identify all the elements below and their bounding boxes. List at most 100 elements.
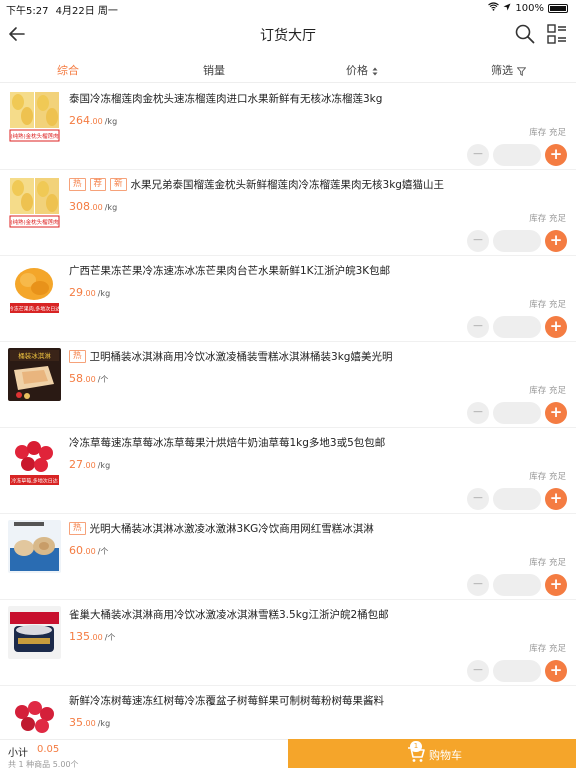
product-item[interactable]: 雀巢大桶装冰淇淋商用冷饮冰激凌冰淇淋雪糕3.5kg江浙沪皖2桶包邮 135.00… [0,600,576,686]
product-price: 27.00/kg [69,458,110,471]
price-integer: 35 [69,716,83,729]
cart-summary: 共 1 种商品 5.00个 [8,760,79,768]
increase-button[interactable]: + [545,316,567,338]
quantity-input[interactable] [493,144,541,166]
tab-price-label: 价格 [346,64,368,77]
increase-button[interactable]: + [545,574,567,596]
price-integer: 308 [69,200,90,213]
price-decimal: .00 [90,117,103,126]
tag-hot: 热 [69,178,86,191]
thumb-caption: 冷冻芒果肉,多地次日达 [9,306,61,313]
product-name: 光明大桶装冰淇淋冰激凌冰激淋3KG冷饮商用网红雪糕冰淇淋 [89,523,374,535]
tab-price[interactable]: 价格 [346,62,378,78]
product-item[interactable]: 冷冻芒果肉,多地次日达 广西芒果冻芒果冷冻速冻冰冻芒果肉台芒水果新鲜1K江浙沪皖… [0,256,576,342]
quantity-input[interactable] [493,316,541,338]
product-thumbnail[interactable] [8,692,61,739]
tag-new: 新 [110,178,127,191]
product-name: 冷冻草莓速冻草莓冰冻草莓果汁烘焙牛奶油草莓1kg多地3或5包包邮 [69,437,386,449]
thumb-caption: (纯熟)金枕头榴莲肉 [10,132,58,140]
product-thumbnail[interactable]: (纯熟)金枕头榴莲肉 [8,176,61,229]
product-name-row: 热 卫明桶装冰淇淋商用冷饮冰激凌桶装雪糕冰淇淋桶装3kg嬉美光明 [69,349,566,364]
product-thumbnail[interactable] [8,520,61,573]
layout-toggle-icon[interactable] [546,23,568,45]
funnel-icon [516,66,526,76]
thumb-caption: 冷冻草莓,多地次日达 [11,478,58,485]
decrease-button[interactable]: − [467,316,489,338]
product-name-row: 热 荐 新 水果兄弟泰国榴莲金枕头新鲜榴莲肉冷冻榴莲果肉无核3kg嬉猫山王 [69,177,566,192]
decrease-button[interactable]: − [467,660,489,682]
search-icon[interactable] [514,23,536,45]
product-name: 新鲜冷冻树莓速冻红树莓冷冻覆盆子树莓鲜果可制树莓粉树莓果酱料 [69,695,384,707]
increase-button[interactable]: + [545,144,567,166]
product-thumbnail[interactable]: 冷冻芒果肉,多地次日达 [8,262,61,315]
increase-button[interactable]: + [545,230,567,252]
product-item[interactable]: 新鲜冷冻树莓速冻红树莓冷冻覆盆子树莓鲜果可制树莓粉树莓果酱料 35.00/kg [0,686,576,739]
price-integer: 29 [69,286,83,299]
decrease-button[interactable]: − [467,402,489,424]
product-price: 35.00/kg [69,716,110,729]
quantity-input[interactable] [493,230,541,252]
product-price: 135.00/个 [69,630,115,643]
sort-tabs: 综合 销量 价格 筛选 [0,56,576,83]
price-decimal: .00 [83,289,96,298]
product-item[interactable]: 热 光明大桶装冰淇淋冰激凌冰激淋3KG冷饮商用网红雪糕冰淇淋 60.00/个 库… [0,514,576,600]
product-item[interactable]: 桶装冰淇淋 热 卫明桶装冰淇淋商用冷饮冰激凌桶装雪糕冰淇淋桶装3kg嬉美光明 5… [0,342,576,428]
product-item[interactable]: (纯熟)金枕头榴莲肉 热 荐 新 水果兄弟泰国榴莲金枕头新鲜榴莲肉冷冻榴莲果肉无… [0,170,576,256]
tab-comprehensive[interactable]: 综合 [57,62,79,78]
tab-sales[interactable]: 销量 [203,62,225,78]
page-title: 订货大厅 [260,28,316,44]
price-unit: /个 [104,633,116,642]
thumb-caption: 桶装冰淇淋 [18,351,51,360]
decrease-button[interactable]: − [467,230,489,252]
quantity-input[interactable] [493,574,541,596]
product-thumbnail[interactable]: 桶装冰淇淋 [8,348,61,401]
price-decimal: .00 [83,375,96,384]
price-integer: 264 [69,114,90,127]
product-name-row: 冷冻草莓速冻草莓冰冻草莓果汁烘焙牛奶油草莓1kg多地3或5包包邮 [69,435,566,450]
cart-button[interactable]: 1 购物车 [288,739,576,768]
price-unit: /个 [97,375,109,384]
product-name-row: 热 光明大桶装冰淇淋冰激凌冰激淋3KG冷饮商用网红雪糕冰淇淋 [69,521,566,536]
nav-bar: 订货大厅 [0,16,576,54]
price-unit: /kg [97,461,111,470]
price-decimal: .00 [83,461,96,470]
subtotal-panel: 小计 0.05 共 1 种商品 5.00个 [0,739,288,768]
quantity-input[interactable] [493,660,541,682]
decrease-button[interactable]: − [467,144,489,166]
product-name-row: 广西芒果冻芒果冷冻速冻冰冻芒果肉台芒水果新鲜1K江浙沪皖3K包邮 [69,263,566,278]
price-decimal: .00 [90,633,103,642]
price-decimal: .00 [83,719,96,728]
product-name: 广西芒果冻芒果冷冻速冻冰冻芒果肉台芒水果新鲜1K江浙沪皖3K包邮 [69,265,391,277]
product-item[interactable]: 冷冻草莓,多地次日达 冷冻草莓速冻草莓冰冻草莓果汁烘焙牛奶油草莓1kg多地3或5… [0,428,576,514]
price-decimal: .00 [83,547,96,556]
increase-button[interactable]: + [545,488,567,510]
product-price: 308.00/kg [69,200,117,213]
product-name: 卫明桶装冰淇淋商用冷饮冰激凌桶装雪糕冰淇淋桶装3kg嬉美光明 [89,351,393,363]
product-thumbnail[interactable] [8,606,61,659]
price-integer: 27 [69,458,83,471]
product-name-row: 雀巢大桶装冰淇淋商用冷饮冰激凌冰淇淋雪糕3.5kg江浙沪皖2桶包邮 [69,607,566,622]
product-thumbnail[interactable]: (纯熟)金枕头榴莲肉 [8,90,61,143]
price-integer: 135 [69,630,90,643]
quantity-input[interactable] [493,488,541,510]
stock-status: 库存 充足 [529,558,566,568]
decrease-button[interactable]: − [467,574,489,596]
increase-button[interactable]: + [545,402,567,424]
tab-filter[interactable]: 筛选 [491,62,526,78]
battery-percent: 100% [515,2,544,14]
price-unit: /kg [104,117,118,126]
cart-footer: 小计 0.05 共 1 种商品 5.00个 1 购物车 [0,739,576,768]
product-name-row: 泰国冷冻榴莲肉金枕头速冻榴莲肉进口水果新鲜有无核冰冻榴莲3kg [69,91,566,106]
sort-arrows-icon [372,67,377,75]
product-list: (纯熟)金枕头榴莲肉 泰国冷冻榴莲肉金枕头速冻榴莲肉进口水果新鲜有无核冰冻榴莲3… [0,84,576,739]
decrease-button[interactable]: − [467,488,489,510]
product-name: 水果兄弟泰国榴莲金枕头新鲜榴莲肉冷冻榴莲果肉无核3kg嬉猫山王 [130,179,444,191]
increase-button[interactable]: + [545,660,567,682]
quantity-input[interactable] [493,402,541,424]
product-name-row: 新鲜冷冻树莓速冻红树莓冷冻覆盆子树莓鲜果可制树莓粉树莓果酱料 [69,693,566,708]
price-unit: /kg [97,289,111,298]
product-item[interactable]: (纯熟)金枕头榴莲肉 泰国冷冻榴莲肉金枕头速冻榴莲肉进口水果新鲜有无核冰冻榴莲3… [0,84,576,170]
tag-hot: 热 [69,350,86,363]
product-thumbnail[interactable]: 冷冻草莓,多地次日达 [8,434,61,487]
tab-filter-label: 筛选 [491,64,513,77]
